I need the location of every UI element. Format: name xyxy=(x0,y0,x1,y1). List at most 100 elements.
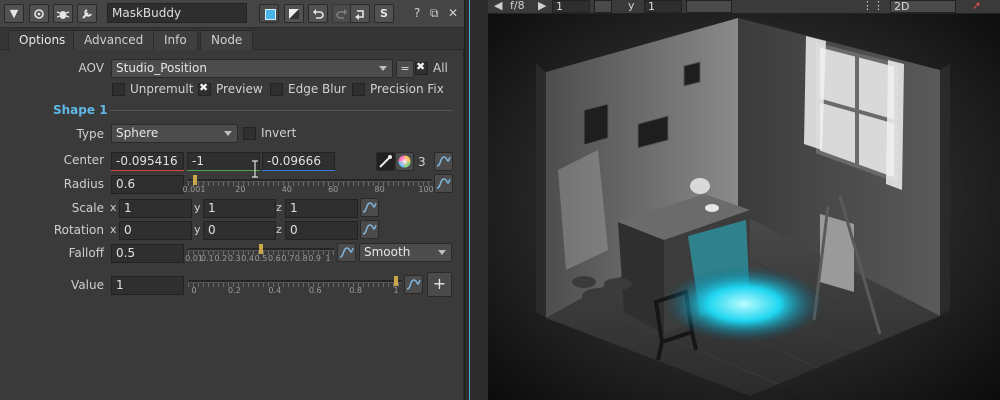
falloff-field[interactable]: 0.5 xyxy=(111,244,184,263)
rotation-y-field[interactable]: 0 xyxy=(203,221,276,240)
animation-curve-icon[interactable] xyxy=(360,220,379,239)
cup xyxy=(705,204,719,212)
help-icon[interactable]: ? xyxy=(414,5,420,21)
viewer-color-icon[interactable] xyxy=(284,4,304,23)
preview-label: Preview xyxy=(216,82,263,96)
slider-knob[interactable] xyxy=(394,276,398,286)
bug-icon[interactable] xyxy=(53,4,73,23)
color-wheel-icon[interactable] xyxy=(395,152,414,171)
tab-advanced[interactable]: Advanced xyxy=(73,30,155,50)
slider-tick-label: 80 xyxy=(374,185,385,194)
value-field[interactable]: 1 xyxy=(111,276,184,295)
tab-info[interactable]: Info xyxy=(153,30,198,50)
slider-ticks xyxy=(188,182,432,186)
collapse-button[interactable]: ▼ xyxy=(4,4,24,23)
roi-icon[interactable]: ⋮⋮ xyxy=(862,0,884,13)
value-slider[interactable]: 0 0.2 0.4 0.6 0.8 1 xyxy=(188,273,402,297)
slider-tick-label: 20 xyxy=(235,185,246,194)
view-mode-dropdown[interactable]: 2D xyxy=(890,0,956,13)
scale-z-field[interactable]: 1 xyxy=(285,199,358,218)
rotation-x-axis-label: x xyxy=(110,223,117,236)
animation-curve-icon[interactable] xyxy=(434,152,453,171)
splitter-line xyxy=(469,0,470,400)
precision-fix-checkbox[interactable] xyxy=(352,83,365,96)
close-icon[interactable]: ✕ xyxy=(448,5,458,21)
rotation-z-axis-label: z xyxy=(276,223,282,236)
room-right-edge xyxy=(940,64,950,316)
falloff-label: Falloff xyxy=(68,246,104,260)
frame-field[interactable]: 1 xyxy=(552,0,590,13)
falloff-mode-dropdown[interactable]: Smooth xyxy=(359,243,452,262)
node-color-swatch-icon[interactable] xyxy=(259,4,279,23)
scale-y-field[interactable]: 1 xyxy=(203,199,276,218)
prev-arrow-icon[interactable]: ◀ xyxy=(494,0,502,13)
center-z-field[interactable]: -0.09666 xyxy=(262,152,335,171)
type-dropdown[interactable]: Sphere xyxy=(111,124,238,143)
scale-z-axis-label: z xyxy=(276,201,282,214)
invert-checkbox[interactable] xyxy=(243,127,256,140)
edge-blur-checkbox[interactable] xyxy=(270,83,283,96)
slider-tick-label: 1 xyxy=(325,254,331,263)
revert-icon[interactable] xyxy=(350,4,370,23)
radius-field[interactable]: 0.6 xyxy=(111,175,184,194)
viewer[interactable] xyxy=(488,0,1000,400)
scale-x-field[interactable]: 1 xyxy=(119,199,192,218)
slider-tick-label: 0.2 xyxy=(228,286,241,295)
rotation-label: Rotation xyxy=(53,223,104,237)
center-y-field[interactable]: -1 xyxy=(187,152,260,171)
undo-icon[interactable] xyxy=(308,4,328,23)
slider-tick-label: 0.6 xyxy=(268,254,281,263)
tab-bar: Options Advanced Info Node xyxy=(0,28,464,51)
animation-curve-icon[interactable] xyxy=(404,275,423,294)
all-checkbox[interactable] xyxy=(415,60,428,75)
radius-slider[interactable]: 0.001 20 40 60 80 100 xyxy=(183,172,434,196)
viewer-toolbar: ◀ f/8 ▶ 1 y 1 ⋮⋮ 2D ➚ xyxy=(488,0,1000,14)
animation-curve-icon[interactable] xyxy=(360,198,379,217)
next-arrow-icon[interactable]: ▶ xyxy=(538,0,546,13)
scale-x-axis-label: x xyxy=(110,201,117,214)
redo-icon[interactable] xyxy=(332,4,352,23)
node-titlebar: ▼ MaskBuddy S ? ⧉ ✕ xyxy=(0,0,464,28)
slider-tick-label: 0.5 xyxy=(254,254,268,263)
slider-knob[interactable] xyxy=(193,175,198,185)
animation-curve-icon[interactable] xyxy=(434,174,453,193)
viewer-image xyxy=(488,0,1000,400)
node-name-field[interactable]: MaskBuddy xyxy=(107,3,247,23)
animation-curve-icon[interactable] xyxy=(337,243,356,262)
panel-splitter[interactable] xyxy=(464,0,488,400)
rotation-x-field[interactable]: 0 xyxy=(119,221,192,240)
teapot xyxy=(690,178,710,194)
chevron-down-icon xyxy=(438,250,446,255)
slider-tick-label: 0.1 xyxy=(201,254,214,263)
y-stepper[interactable] xyxy=(686,0,732,13)
wrench-icon[interactable] xyxy=(77,4,97,23)
float-window-icon[interactable]: ⧉ xyxy=(430,5,439,21)
mask-sphere-glow xyxy=(664,266,824,342)
scale-y-axis-label: y xyxy=(194,201,201,214)
slider-tick-label: 0.8 xyxy=(349,286,362,295)
y-field[interactable]: 1 xyxy=(644,0,682,13)
picker-icon[interactable] xyxy=(376,152,395,171)
unpremult-checkbox[interactable] xyxy=(112,83,125,96)
falloff-slider[interactable]: 0.01 0.1 0.2 0.3 0.4 0.5 0.6 0.7 0.8 0.9 1 xyxy=(185,241,334,265)
frame-stepper[interactable] xyxy=(594,0,612,13)
tab-node[interactable]: Node xyxy=(200,30,254,50)
aov-equals-button[interactable]: = xyxy=(396,60,414,78)
slider-tick-label: 0 xyxy=(191,286,197,295)
preview-checkbox[interactable] xyxy=(198,81,211,96)
center-label: Center xyxy=(63,153,104,167)
slider-tick-label: 0.001 xyxy=(182,185,206,194)
aov-dropdown[interactable]: Studio_Position xyxy=(111,59,393,78)
slider-knob[interactable] xyxy=(259,244,263,254)
center-x-field[interactable]: -0.095416 xyxy=(111,152,184,171)
paint-brush-icon[interactable]: ➚ xyxy=(972,0,981,13)
slider-tick-label: 0.3 xyxy=(227,254,241,263)
value-label: Value xyxy=(71,278,104,292)
add-shape-button[interactable]: + xyxy=(427,272,452,297)
tab-options[interactable]: Options xyxy=(8,30,77,51)
node-target-icon[interactable] xyxy=(29,4,49,23)
fstop-label: f/8 xyxy=(510,0,525,12)
slider-tick-label: 0.2 xyxy=(214,254,228,263)
rotation-z-field[interactable]: 0 xyxy=(285,221,358,240)
s-button[interactable]: S xyxy=(374,4,394,23)
